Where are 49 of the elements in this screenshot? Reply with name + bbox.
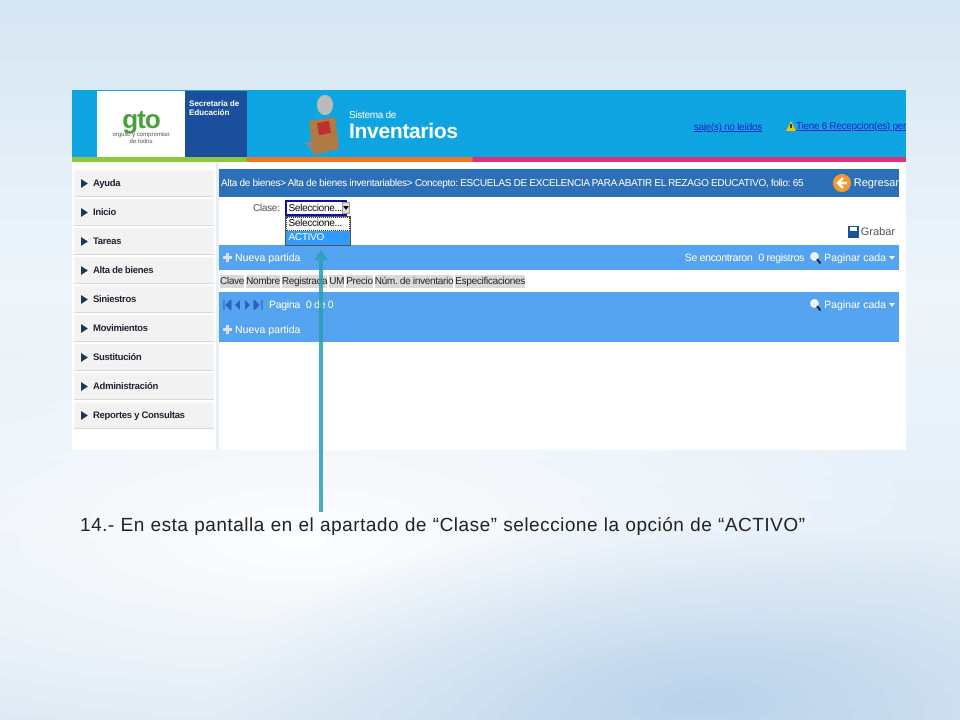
- sidebar-item[interactable]: Ayuda: [74, 170, 214, 197]
- triangle-icon: [81, 410, 88, 420]
- plus-icon: [223, 253, 232, 262]
- dropdown-option[interactable]: Seleccione...: [286, 217, 350, 231]
- system-title: Inventarios: [349, 121, 458, 142]
- sidebar-item[interactable]: Tareas: [74, 228, 214, 255]
- magnifier-icon: [810, 298, 822, 310]
- magnifier-icon: [810, 252, 822, 264]
- column-header: Precio: [346, 274, 373, 288]
- class-label: Clase:: [253, 202, 280, 214]
- column-header: Clave: [220, 274, 244, 288]
- triangle-icon: [81, 178, 88, 188]
- triangle-icon: [81, 294, 88, 304]
- triangle-icon: [81, 266, 88, 274]
- triangle-icon: [81, 324, 88, 332]
- triangle-icon: [81, 208, 88, 216]
- instruction-text: 14.- En esta pantalla en el apartado de “Clase” seleccione la opción de “ACTIVO”: [80, 514, 806, 538]
- back-button[interactable]: Regresar: [832, 174, 899, 192]
- plus-icon: [223, 325, 232, 334]
- results-count: 0 registros: [758, 252, 804, 264]
- page-label: Pagina: [269, 298, 300, 310]
- column-header: Nombre: [246, 274, 280, 288]
- triangle-icon: [81, 236, 88, 246]
- column-header: Especificaciones: [455, 274, 525, 288]
- system-subtitle: Sistema de: [349, 110, 398, 121]
- triangle-icon: [81, 382, 88, 390]
- triangle-icon: [81, 352, 88, 362]
- dropdown-caret-icon: [889, 256, 895, 260]
- logo-mark: gto: [122, 106, 160, 132]
- sidebar-item[interactable]: Inicio: [74, 199, 214, 226]
- page-value: 0 de 0: [306, 298, 334, 310]
- dropdown-caret-icon: [889, 302, 895, 306]
- receptions-link[interactable]: Tiene 6 Recepcion(es) per: [796, 120, 906, 132]
- back-arrow-icon: [832, 174, 851, 192]
- sidebar-item[interactable]: Reportes y Consultas: [74, 402, 214, 429]
- results-label: Se encontraron: [684, 252, 752, 264]
- sidebar-item[interactable]: Sustitución: [74, 344, 214, 371]
- save-button[interactable]: Grabar: [848, 226, 895, 238]
- sidebar-item[interactable]: Siniestros: [74, 286, 214, 313]
- warning-icon: [786, 121, 796, 131]
- column-header: Núm. de inventario: [374, 274, 454, 288]
- sidebar-item[interactable]: Movimientos: [74, 315, 214, 342]
- sidebar-item[interactable]: Alta de bienes: [74, 257, 214, 284]
- sidebar-item[interactable]: Administración: [74, 373, 214, 400]
- caret-icon: [342, 206, 349, 210]
- column-header: UM: [329, 274, 344, 288]
- messages-link[interactable]: saje(s) no leídos: [694, 122, 762, 133]
- breadcrumb: Alta de bienes> Alta de bienes inventariables> Concepto: ESCUELAS DE EXCELENCIA PARA ABATIR EL REZAGO EDUCATIVO, folio: 65: [221, 178, 804, 188]
- page-navigation-icon[interactable]: [223, 300, 263, 310]
